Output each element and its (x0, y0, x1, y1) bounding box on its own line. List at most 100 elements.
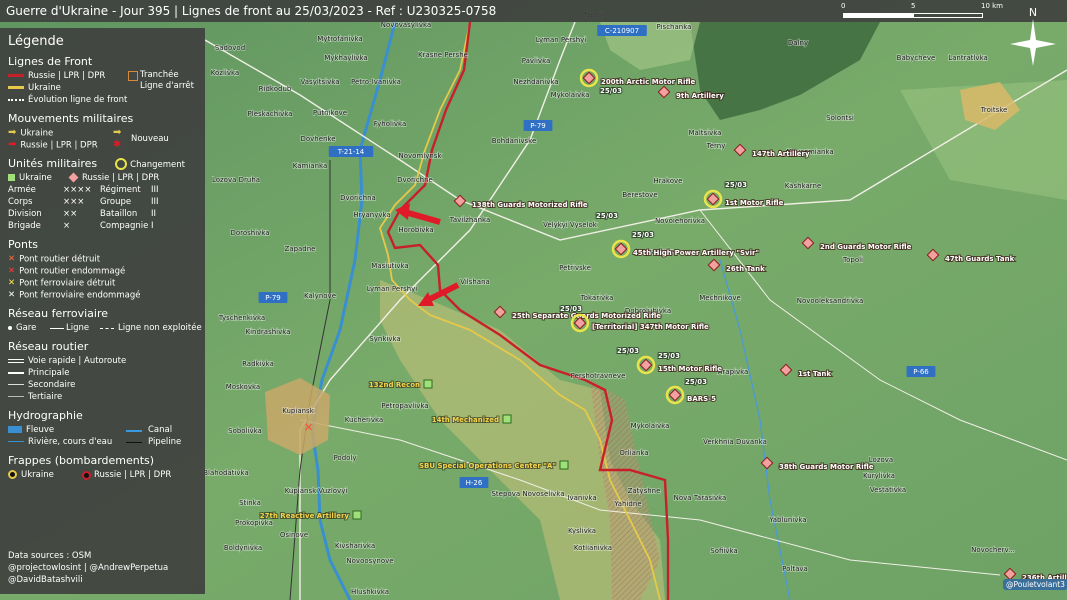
place-label: Stinka (239, 499, 261, 507)
bridge-damaged-icon: ✕ (8, 266, 16, 276)
place-label: Moskovka (226, 383, 260, 391)
change-date-label: 25/03 (600, 87, 622, 95)
tertiary-road-swatch (8, 396, 24, 397)
place-label: Topoli (842, 256, 863, 264)
place-label: Tokarivka (580, 294, 614, 302)
unit-size-table: Armée ×××× Régiment III Corps ××× Groupe III Div… (8, 184, 197, 232)
place-label: Petro-Ivanivka (351, 78, 401, 86)
unit-size-symbol: II (151, 209, 157, 219)
unit-size-symbol: ××× (63, 197, 85, 207)
unit-size-name: Groupe (100, 197, 132, 207)
ukrainian-unit-label: 132nd Recon (369, 381, 420, 389)
legend-units-russia: Russie | LPR | DPR (82, 173, 160, 183)
place-label: Radkivka (242, 360, 274, 368)
place-label: Novooleksandrivka (797, 297, 864, 305)
place-label: Orlianka (619, 449, 648, 457)
russian-unit-label: BARS-5 (687, 395, 716, 403)
russian-unit-label: 9th Artillery (676, 92, 724, 100)
unit-size-name: Régiment (100, 185, 141, 195)
unit-size-symbol: I (151, 221, 154, 231)
place-label: Lyman Pershyi (367, 285, 418, 293)
road-number-label: P-79 (530, 122, 546, 130)
unit-size-name: Division (8, 209, 42, 219)
place-label: Lyman Pershyi (536, 36, 587, 44)
strike-russia-label: Russie | LPR | DPR (94, 470, 172, 480)
legend-moves-ukraine: ➡ Ukraine ➡ Nouveau (8, 127, 197, 144)
legend-bridges-heading: Ponts (8, 238, 38, 251)
ukrainian-unit-label: 14th Mechanized (432, 416, 499, 424)
ukrainian-unit-icon[interactable] (502, 414, 512, 424)
header-bar: Guerre d'Ukraine - Jour 395 | Lignes de … (0, 0, 1067, 22)
unit-size-row: Corps ××× Groupe III (8, 196, 197, 208)
river-label: Fleuve (26, 425, 55, 435)
place-label: Putnikove (313, 109, 347, 117)
change-date-label: 25/03 (725, 181, 747, 189)
place-label: Horobivka (398, 226, 433, 234)
legend-units-heading-text: Unités militaires (8, 157, 98, 170)
pipeline-swatch (126, 442, 142, 443)
legend-road-0: Voie rapide | Autoroute (8, 355, 197, 367)
data-sources: Data sources : OSM @projectowlosint | @A… (8, 550, 168, 586)
scale-bar-track (843, 13, 983, 18)
place-label: Yahidne (613, 500, 641, 508)
ukrainian-unit-icon[interactable] (559, 460, 569, 470)
place-label: Kashkarne (785, 182, 822, 190)
highway-swatch (8, 358, 24, 363)
place-label: Pleskachivka (248, 110, 293, 118)
place-label: Hryanyvka (353, 211, 391, 219)
place-label: Vilshana (460, 278, 490, 286)
place-label: Boldynivka (224, 544, 262, 552)
change-date-label: 25/03 (596, 212, 618, 220)
ukrainian-unit-icon[interactable] (352, 510, 362, 520)
place-label: Mykolaivka (551, 91, 590, 99)
unit-size-symbol: × (63, 221, 71, 231)
place-label: Blahodativka (203, 469, 249, 477)
compass-star (1010, 19, 1056, 66)
legend-russia-label: Russie | LPR | DPR (28, 71, 106, 81)
ukrainian-unit-icon[interactable] (423, 379, 433, 389)
rail-unused-swatch (100, 328, 114, 329)
unit-size-name: Armée (8, 185, 36, 195)
place-label: Mykhaylivka (324, 54, 367, 62)
pipeline-label: Pipeline (148, 437, 182, 447)
river-swatch (8, 426, 22, 433)
place-label: Pischanka (657, 23, 692, 31)
place-label: Vasyltsivka (301, 78, 340, 86)
legend-bridge-label: Pont routier endommagé (19, 266, 126, 277)
russia-arrow-icon: ➡ (8, 139, 17, 150)
place-label: Poltava (782, 565, 808, 573)
place-label: Babycheve (897, 54, 936, 62)
legend-moves-heading: Mouvements militaires (8, 112, 134, 125)
place-label: Yablunivka (768, 516, 806, 524)
legend-front-russia: Russie | LPR | DPR Tranchée Ligne d'arrê… (8, 70, 197, 91)
place-label: Kucherivka (345, 416, 383, 424)
legend-bridge-2: ✕ Pont ferroviaire détruit (8, 277, 197, 289)
russian-unit-label: 47th Guards Tank (945, 255, 1015, 263)
scale-10: 10 km (981, 2, 1004, 10)
change-date-label: 25/03 (632, 231, 654, 239)
place-label: Terny (706, 142, 726, 150)
place-label: Sadovod (215, 44, 245, 52)
unit-size-name: Corps (8, 197, 33, 207)
ukraine-arrow-icon: ➡ (8, 127, 17, 138)
place-label: Arapivka (718, 368, 749, 376)
rail-line-label: Ligne (66, 323, 90, 333)
place-label: Krasne Pershe (418, 51, 468, 59)
russian-unit-label: 26th Tank (726, 265, 765, 273)
place-label: Pavlivka (522, 57, 551, 65)
place-label: Berestove (622, 191, 657, 199)
place-label: Kotlianivka (574, 544, 612, 552)
place-label: Kozlivka (211, 69, 239, 77)
secondary-road-swatch (8, 383, 24, 386)
place-label: Mykolaivka (631, 422, 670, 430)
russian-unit-label: 138th Guards Motorized Rifle (472, 201, 588, 209)
russia-strike-icon (82, 471, 91, 480)
north-arrow-icon: N (1010, 6, 1056, 66)
russian-unit-label: 1st Motor Rifle (725, 199, 784, 207)
road-number-label: P-79 (265, 294, 281, 302)
place-label: Ridkodub (259, 85, 292, 93)
place-label: Ivanivka (567, 494, 596, 502)
unit-size-name: Brigade (8, 221, 41, 231)
unit-size-symbol: III (151, 197, 159, 207)
change-date-label: 25/03 (658, 352, 680, 360)
